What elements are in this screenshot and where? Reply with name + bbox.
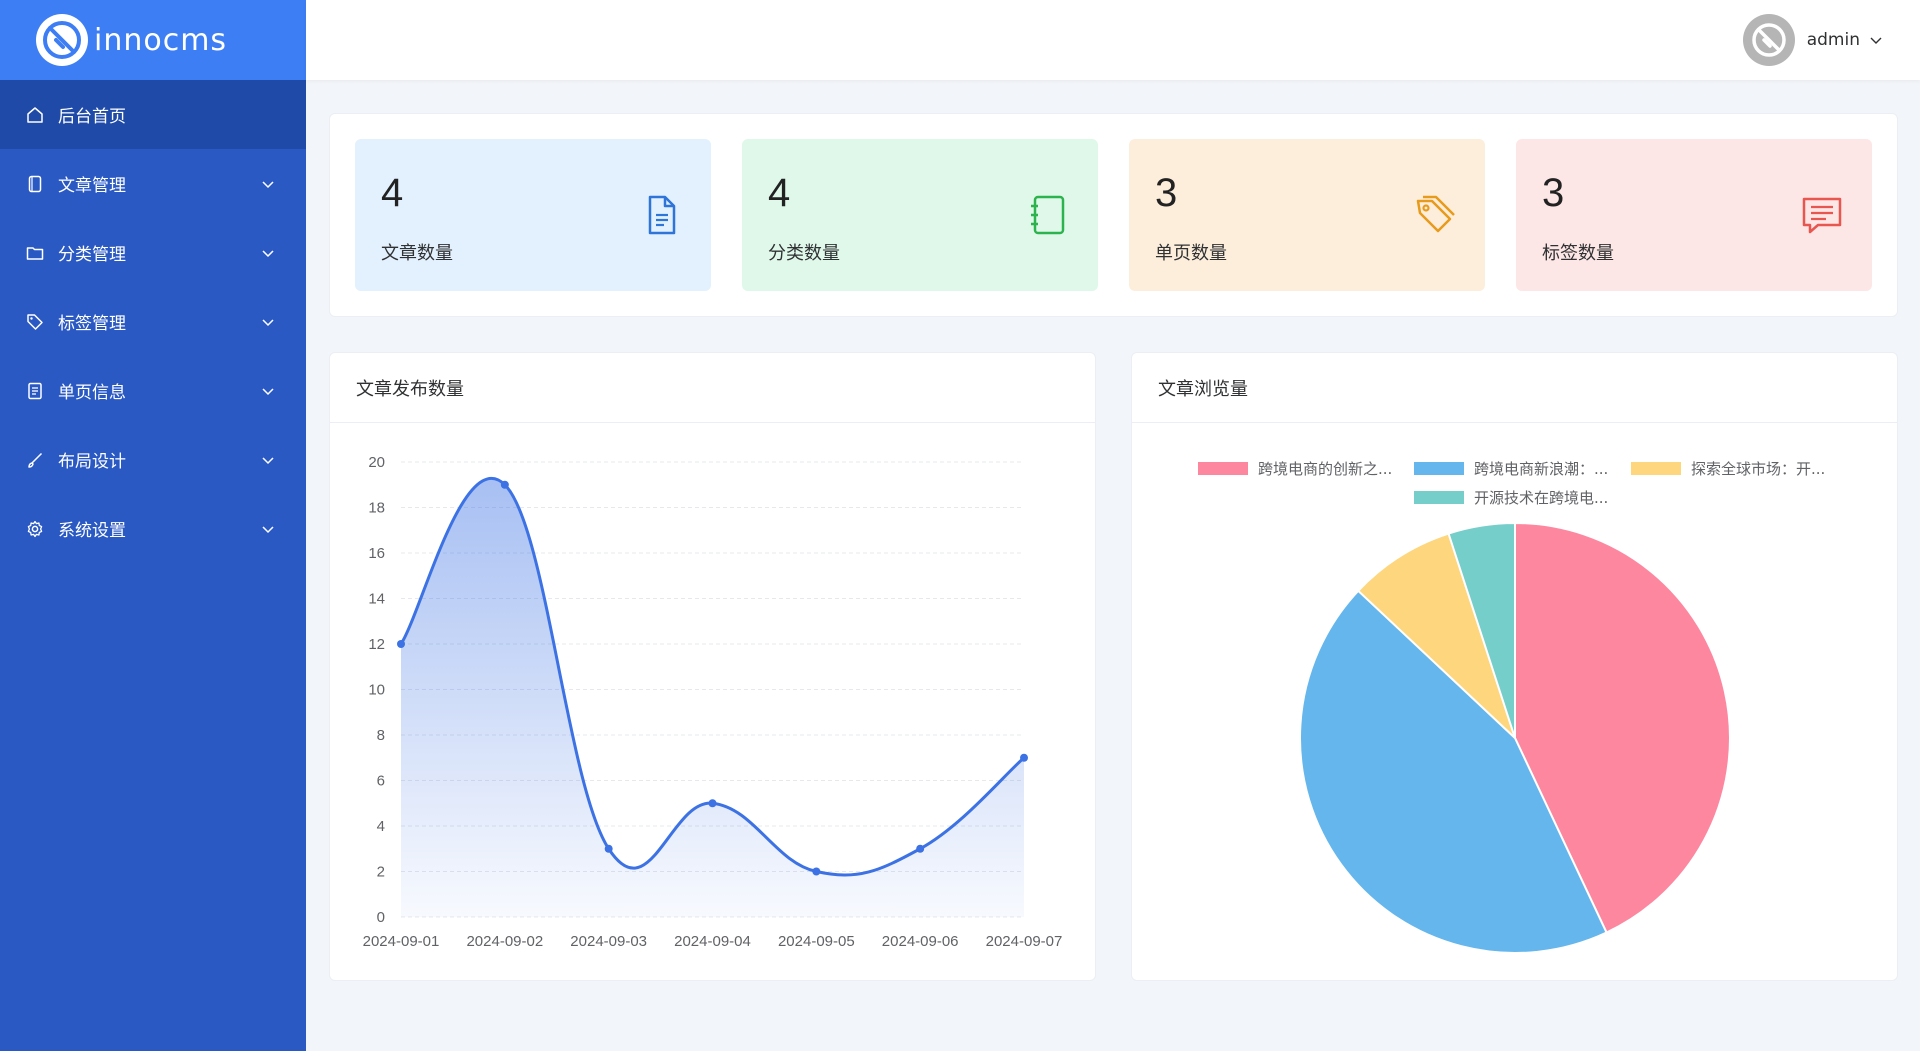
y-tick-label: 0 xyxy=(377,909,385,926)
y-tick-label: 2 xyxy=(377,864,385,881)
chevron-down-icon xyxy=(260,521,276,537)
sidebar-item-label: 单页信息 xyxy=(58,383,126,403)
y-tick-label: 14 xyxy=(368,591,385,608)
data-point xyxy=(1020,753,1028,762)
line-chart: 0 2 4 6 8 10 12 14 16 18 20 2024-09-01 2024-09-02 202… xyxy=(363,454,1063,950)
x-tick-label: 2024-09-04 xyxy=(674,933,751,950)
sidebar-item-label: 文章管理 xyxy=(58,176,126,196)
stat-card-tags[interactable]: 3 标签数量 xyxy=(1516,139,1872,291)
stat-label: 文章数量 xyxy=(381,243,453,264)
stat-card-articles[interactable]: 4 文章数量 xyxy=(355,139,711,291)
brush-icon xyxy=(26,451,44,469)
x-tick-label: 2024-09-06 xyxy=(882,933,959,950)
gear-icon xyxy=(26,520,44,538)
avatar xyxy=(1742,14,1795,66)
sidebar-item-label: 标签管理 xyxy=(58,314,126,334)
user-name: admin xyxy=(1806,30,1860,50)
data-point xyxy=(397,640,405,648)
chevron-down-icon xyxy=(260,452,276,468)
stat-label: 标签数量 xyxy=(1542,243,1614,264)
notebook-icon xyxy=(1026,193,1070,237)
y-tick-label: 4 xyxy=(377,818,385,835)
sidebar-item-tags[interactable]: 标签管理 xyxy=(0,287,306,356)
sidebar-item-pages[interactable]: 单页信息 xyxy=(0,356,306,425)
y-tick-label: 18 xyxy=(368,500,385,517)
legend-swatch xyxy=(1414,462,1464,475)
stat-value: 4 xyxy=(768,171,791,215)
x-tick-label: 2024-09-02 xyxy=(466,933,543,950)
stat-value: 3 xyxy=(1542,171,1565,215)
x-tick-label: 2024-09-01 xyxy=(363,933,440,950)
document-icon xyxy=(26,175,44,193)
legend-label: 探索全球市场：开... xyxy=(1691,460,1825,478)
chevron-down-icon xyxy=(260,176,276,192)
data-point xyxy=(604,844,613,853)
legend-swatch xyxy=(1198,462,1248,475)
sidebar-item-layout[interactable]: 布局设计 xyxy=(0,425,306,494)
sidebar-item-label: 布局设计 xyxy=(58,452,126,472)
folder-icon xyxy=(26,244,44,262)
stat-value: 3 xyxy=(1155,171,1178,215)
sidebar-item-settings[interactable]: 系统设置 xyxy=(0,494,306,563)
stat-label: 分类数量 xyxy=(768,243,840,264)
x-tick-label: 2024-09-05 xyxy=(778,933,855,950)
user-menu[interactable]: admin xyxy=(1742,14,1884,66)
sidebar-item-label: 分类管理 xyxy=(58,245,126,265)
legend-swatch xyxy=(1631,462,1681,475)
sidebar-item-categories[interactable]: 分类管理 xyxy=(0,218,306,287)
y-tick-label: 10 xyxy=(368,682,385,699)
stat-value: 4 xyxy=(381,171,404,215)
article-views-chart-panel: 文章浏览量 跨境电商的创新之... 跨境电商新浪潮：... 探索全球市场：开... 开… xyxy=(1131,352,1898,981)
y-tick-label: 8 xyxy=(377,727,385,744)
chevron-down-icon xyxy=(1868,32,1884,48)
article-publish-chart-panel: 文章发布数量 0 2 4 6 8 10 12 14 16 18 20 2024-09-01 2024-0… xyxy=(329,352,1096,981)
document-icon xyxy=(639,193,683,237)
legend-swatch xyxy=(1414,491,1464,504)
pie-chart: 跨境电商的创新之... 跨境电商新浪潮：... 探索全球市场：开... 开源技术在跨境… xyxy=(1198,460,1825,954)
y-tick-label: 16 xyxy=(368,545,385,562)
tag-icon xyxy=(26,313,44,331)
top-header: admin xyxy=(306,0,1920,80)
sidebar-item-label: 系统设置 xyxy=(58,521,126,541)
logo-icon xyxy=(36,14,88,66)
data-point xyxy=(916,844,925,853)
legend-label: 跨境电商的创新之... xyxy=(1258,460,1392,478)
data-point xyxy=(812,867,821,876)
y-tick-label: 12 xyxy=(368,636,385,653)
data-point xyxy=(500,480,509,489)
page-icon xyxy=(26,382,44,400)
stat-card-categories[interactable]: 4 分类数量 xyxy=(742,139,1098,291)
chevron-down-icon xyxy=(260,314,276,330)
sidebar: innocms 后台首页 文章管理 分类管理 标签管理 单页信息 布局设计 系统… xyxy=(0,0,306,1051)
series-area xyxy=(401,478,1024,917)
y-tick-label: 20 xyxy=(368,454,385,471)
message-icon xyxy=(1800,193,1844,237)
chevron-down-icon xyxy=(260,383,276,399)
stats-panel: 4 文章数量 4 分类数量 3 单页数量 3 标签数量 xyxy=(329,113,1898,317)
x-tick-label: 2024-09-03 xyxy=(570,933,647,950)
sidebar-item-label: 后台首页 xyxy=(58,107,126,127)
sidebar-item-articles[interactable]: 文章管理 xyxy=(0,149,306,218)
y-tick-label: 6 xyxy=(377,773,385,790)
logo[interactable]: innocms xyxy=(0,0,306,80)
tag-icon xyxy=(1413,193,1457,237)
chevron-down-icon xyxy=(260,245,276,261)
stat-label: 单页数量 xyxy=(1155,243,1227,264)
brand-name: innocms xyxy=(94,22,228,58)
sidebar-item-dashboard[interactable]: 后台首页 xyxy=(0,80,306,149)
data-point xyxy=(708,799,717,808)
x-tick-label: 2024-09-07 xyxy=(986,933,1063,950)
legend-label: 开源技术在跨境电... xyxy=(1474,489,1608,507)
home-icon xyxy=(26,106,44,124)
legend-label: 跨境电商新浪潮：... xyxy=(1474,460,1608,478)
stat-card-pages[interactable]: 3 单页数量 xyxy=(1129,139,1485,291)
